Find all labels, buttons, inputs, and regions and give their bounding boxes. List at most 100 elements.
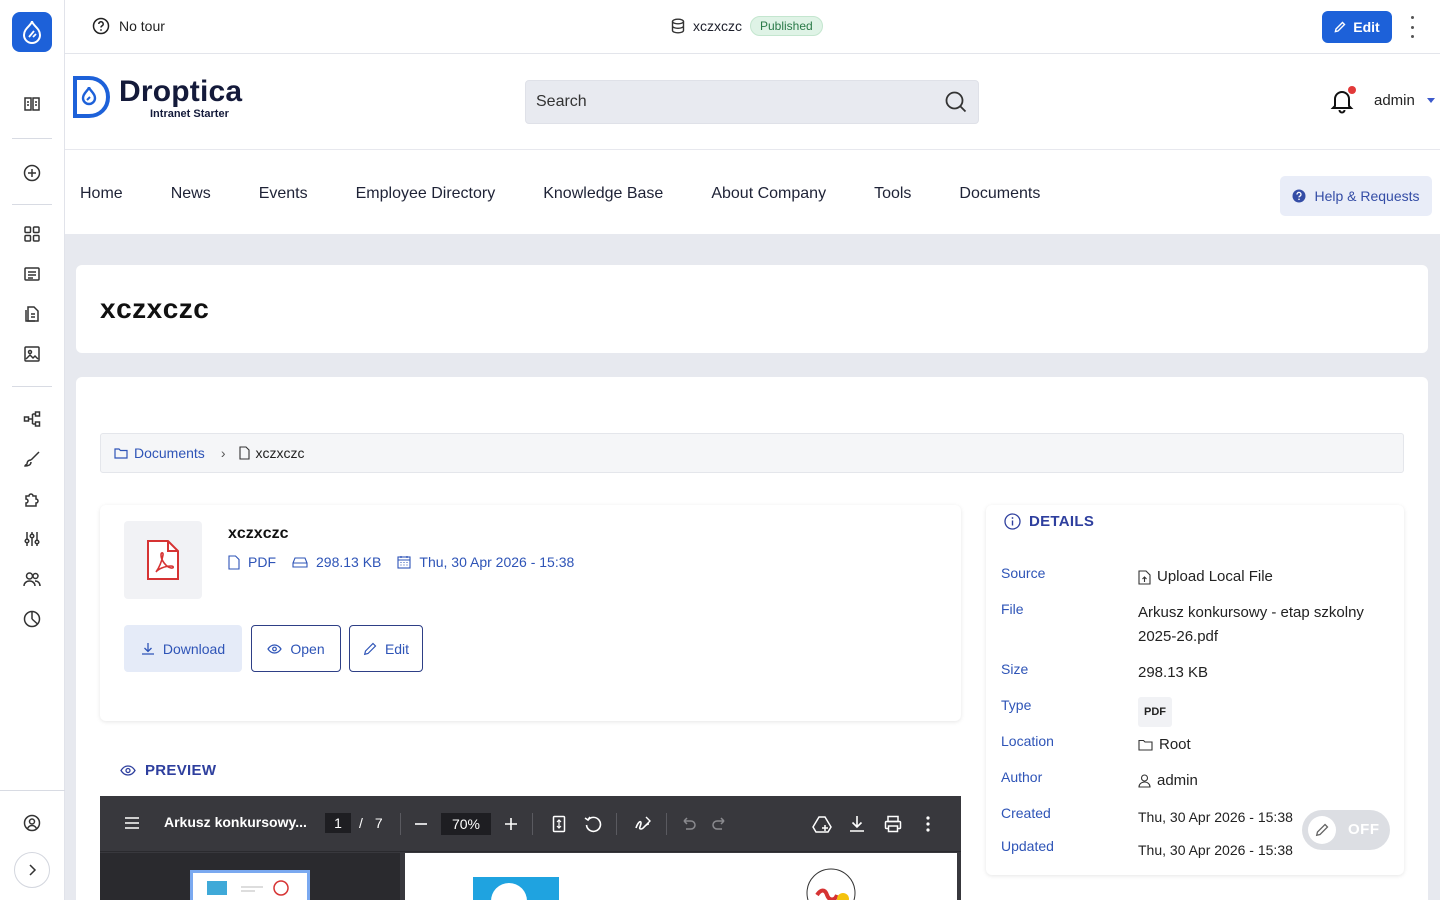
search-input[interactable]: Search [525, 80, 979, 124]
structure-icon[interactable] [20, 407, 44, 431]
notifications-bell[interactable] [1330, 86, 1356, 119]
file-icon [239, 446, 251, 460]
detail-key: Size [1001, 661, 1029, 677]
pdf-doc-title: Arkusz konkursowy... [164, 814, 307, 830]
help-requests-button[interactable]: Help & Requests [1280, 176, 1432, 216]
file-name: xczxczc [228, 525, 289, 542]
open-button[interactable]: Open [251, 625, 341, 672]
drupal-logo-icon[interactable] [12, 12, 52, 52]
upload-file-icon [1138, 569, 1151, 585]
edit-file-label: Edit [384, 640, 410, 657]
extend-icon[interactable] [20, 487, 44, 511]
download-label: Download [162, 640, 226, 657]
pdf-more-icon[interactable] [926, 815, 930, 833]
detail-value: 298.13 KB [1138, 664, 1209, 681]
expand-sidebar-button[interactable] [14, 852, 50, 888]
pdf-file-icon [124, 521, 202, 599]
droptica-logo-icon [73, 76, 111, 118]
nav-item-documents[interactable]: Documents [959, 185, 1040, 203]
edit-label: Edit [1353, 19, 1380, 35]
download-icon[interactable] [849, 815, 865, 833]
toggle-label: OFF [1348, 821, 1380, 838]
detail-value: Upload Local File [1157, 568, 1273, 585]
people-icon[interactable] [20, 567, 44, 591]
file-meta: PDF 298.13 KB Thu, 30 Apr 2026 - 15:38 [228, 554, 574, 570]
more-options-icon[interactable] [1407, 16, 1417, 38]
pdf-viewer: Arkusz konkursowy... 1 / 7 70% [100, 796, 961, 900]
rail-divider [0, 790, 65, 791]
file-summary-card: xczxczc PDF 298.13 KB Thu, 30 Apr 2026 -… [100, 505, 961, 721]
files-icon[interactable] [20, 302, 44, 326]
folder-icon [1138, 739, 1153, 751]
draw-icon[interactable] [634, 815, 652, 833]
pencil-icon [1334, 21, 1346, 33]
nav-item-news[interactable]: News [171, 185, 211, 203]
sidebar-toggle-icon[interactable] [124, 816, 140, 830]
info-icon [1004, 513, 1021, 530]
folder-icon [114, 448, 128, 459]
detail-key: Created [1001, 805, 1051, 821]
help-icon [1292, 189, 1306, 203]
site-logo[interactable]: Droptica Intranet Starter [71, 76, 242, 120]
dashboard-icon[interactable] [20, 222, 44, 246]
appearance-icon[interactable] [20, 447, 44, 471]
details-title-label: DETAILS [1029, 513, 1095, 530]
content-icon[interactable] [20, 262, 44, 286]
reports-icon[interactable] [20, 607, 44, 631]
save-to-drive-icon[interactable] [812, 815, 832, 833]
detail-key: File [1001, 601, 1024, 617]
detail-key: Author [1001, 769, 1043, 785]
main-navigation: Home News Events Employee Directory Know… [65, 150, 1440, 234]
detail-value: admin [1157, 772, 1198, 789]
zoom-in-icon[interactable] [504, 817, 518, 831]
tour-toggle[interactable]: No tour [92, 17, 165, 35]
file-size: 298.13 KB [316, 554, 382, 570]
file-type: PDF [248, 554, 276, 570]
tour-label: No tour [119, 18, 165, 34]
shortcuts-icon[interactable] [20, 92, 44, 116]
nav-item-tools[interactable]: Tools [874, 185, 911, 203]
user-menu[interactable]: admin [1374, 92, 1435, 109]
edit-button[interactable]: Edit [1322, 11, 1392, 43]
preview-title-label: PREVIEW [145, 762, 217, 779]
eye-icon [120, 765, 136, 776]
detail-key: Source [1001, 565, 1046, 581]
page-thumbnail[interactable] [190, 870, 310, 900]
rail-divider [12, 204, 52, 205]
breadcrumb-current: xczxczc [239, 445, 304, 461]
configuration-icon[interactable] [20, 527, 44, 551]
nav-item-events[interactable]: Events [259, 185, 308, 203]
node-status: xczxczc Published [671, 16, 823, 36]
hard-drive-icon [292, 557, 308, 568]
detail-key: Updated [1001, 838, 1054, 854]
nav-item-knowledge-base[interactable]: Knowledge Base [543, 185, 663, 203]
page-title: xczxczc [100, 293, 210, 324]
zoom-out-icon[interactable] [414, 817, 428, 831]
zoom-level[interactable]: 70% [441, 813, 491, 835]
page-number-input[interactable]: 1 [325, 813, 351, 833]
fit-page-icon[interactable] [552, 815, 566, 833]
caret-down-icon [1426, 98, 1435, 103]
accessibility-toggle[interactable]: OFF [1302, 810, 1390, 850]
nav-item-employee-directory[interactable]: Employee Directory [356, 185, 496, 203]
calendar-icon [397, 556, 411, 569]
redo-icon[interactable] [712, 816, 728, 830]
media-icon[interactable] [20, 342, 44, 366]
admin-sidebar [0, 0, 65, 900]
user-name: admin [1374, 92, 1415, 109]
print-icon[interactable] [884, 815, 902, 833]
rotate-icon[interactable] [584, 815, 602, 833]
page-total: 7 [374, 815, 383, 831]
download-button[interactable]: Download [124, 625, 242, 672]
user-account-icon[interactable] [20, 811, 44, 835]
undo-icon[interactable] [680, 816, 696, 830]
toolbar-divider [400, 813, 401, 835]
edit-file-button[interactable]: Edit [349, 625, 423, 672]
nav-item-about-company[interactable]: About Company [711, 185, 826, 203]
nav-item-home[interactable]: Home [80, 185, 123, 203]
detail-value: Root [1159, 736, 1191, 753]
add-content-icon[interactable] [20, 161, 44, 185]
status-badge: Published [750, 16, 823, 36]
search-icon[interactable] [944, 90, 968, 114]
breadcrumb-documents-link[interactable]: Documents [114, 445, 205, 461]
